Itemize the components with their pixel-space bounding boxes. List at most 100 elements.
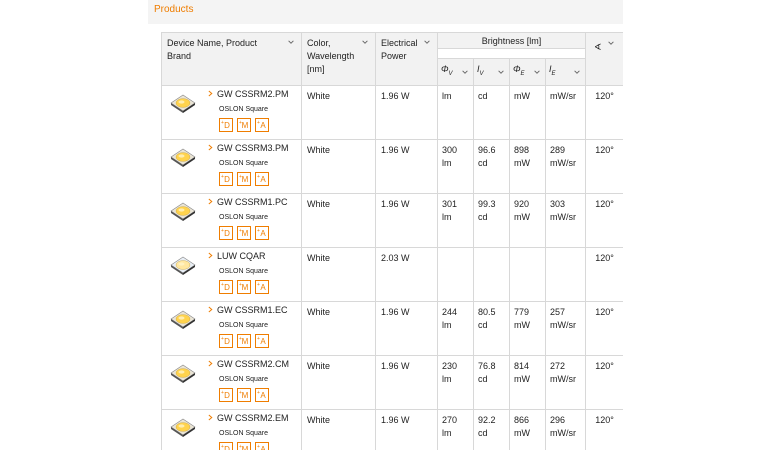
device-info: GW CSSRM1.EC OSLON Square + D + M + A [208, 304, 288, 348]
table-row[interactable]: GW CSSRM2.PM OSLON Square + D + M + A White 1… [161, 84, 623, 140]
power-cell: 1.96 W [375, 354, 438, 410]
device-cell: GW CSSRM1.PC OSLON Square + D + M + A [161, 192, 302, 248]
chevron-down-icon[interactable] [497, 68, 505, 76]
col-header-device[interactable]: Device Name, Product Brand [161, 32, 302, 86]
flux-e-symbol: ΦE [513, 64, 525, 77]
chevron-down-icon[interactable] [533, 68, 541, 76]
product-brand: OSLON Square [219, 429, 269, 437]
badge-d-button[interactable]: + D [219, 117, 233, 132]
badge-d-button[interactable]: + D [219, 387, 233, 402]
table-row[interactable]: GW CSSRM1.EC OSLON Square + D + M + A White 1… [161, 300, 623, 356]
led-product-image [170, 256, 196, 276]
led-product-image [170, 364, 196, 384]
badge-m-button[interactable]: + M [237, 333, 251, 348]
value-cell: cd [473, 84, 510, 140]
value-cell: 300 lm [437, 138, 474, 194]
chevron-down-icon[interactable] [607, 39, 615, 47]
products-header: Products [148, 0, 623, 24]
led-product-image [170, 310, 196, 330]
power-cell: 1.96 W [375, 408, 438, 450]
badge-a-button[interactable]: + A [255, 225, 269, 240]
badge-m-button[interactable]: + M [237, 279, 251, 294]
badge-m-button[interactable]: + M [237, 171, 251, 186]
badge-a-button[interactable]: + A [255, 279, 269, 294]
device-name[interactable]: GW CSSRM2.CM [217, 358, 289, 371]
angle-cell: 120° [585, 84, 623, 140]
device-name[interactable]: GW CSSRM1.EC [217, 304, 288, 317]
product-brand: OSLON Square [219, 105, 269, 113]
col-header-flux-e[interactable]: ΦE [509, 58, 546, 86]
device-name[interactable]: GW CSSRM1.PC [217, 196, 288, 209]
device-name[interactable]: GW CSSRM3.PM [217, 142, 289, 155]
col-header-flux-v[interactable]: ΦV [437, 58, 474, 86]
badge-a-button[interactable]: + A [255, 387, 269, 402]
badge-d-button[interactable]: + D [219, 225, 233, 240]
col-header-angle[interactable]: ∢ [585, 32, 623, 86]
value-cell [544, 246, 587, 302]
value-cell: 96.6 cd [473, 138, 510, 194]
badge-a-button[interactable]: + A [255, 441, 269, 450]
product-brand: OSLON Square [219, 213, 269, 221]
badge-m-button[interactable]: + M [237, 387, 251, 402]
badge-d-button[interactable]: + D [219, 333, 233, 348]
chevron-right-icon[interactable] [208, 142, 213, 155]
chevron-right-icon[interactable] [208, 412, 213, 425]
intensity-e-symbol: IE [549, 64, 556, 77]
value-cell: 257 mW/sr [544, 300, 587, 356]
col-header-power[interactable]: Electrical Power [375, 32, 438, 86]
chevron-right-icon[interactable] [208, 358, 213, 371]
value-cell: 76.8 cd [473, 354, 510, 410]
products-table-body: GW CSSRM2.PM OSLON Square + D + M + A White 1… [161, 84, 623, 450]
device-link[interactable]: GW CSSRM1.EC [208, 304, 288, 317]
table-row[interactable]: GW CSSRM2.EM OSLON Square + D + M + A White 1… [161, 408, 623, 450]
chevron-down-icon[interactable] [573, 68, 581, 76]
badge-m-button[interactable]: + M [237, 117, 251, 132]
angle-icon: ∢ [594, 42, 602, 52]
product-brand: OSLON Square [219, 267, 269, 275]
device-link[interactable]: GW CSSRM1.PC [208, 196, 288, 209]
chevron-down-icon[interactable] [423, 38, 431, 46]
chevron-right-icon[interactable] [208, 250, 213, 263]
badge-group: + D + M + A [219, 441, 289, 450]
chevron-down-icon[interactable] [361, 38, 369, 46]
device-link[interactable]: GW CSSRM2.EM [208, 412, 289, 425]
badge-m-button[interactable]: + M [237, 441, 251, 450]
device-link[interactable]: GW CSSRM3.PM [208, 142, 289, 155]
device-info: GW CSSRM2.EM OSLON Square + D + M + A [208, 412, 289, 450]
col-header-intensity-e[interactable]: IE [544, 58, 587, 86]
chevron-right-icon[interactable] [208, 304, 213, 317]
device-link[interactable]: LUW CQAR [208, 250, 273, 263]
device-name[interactable]: LUW CQAR [217, 250, 266, 263]
color-cell: White [301, 138, 376, 194]
intensity-v-symbol: IV [477, 64, 484, 77]
col-header-color-label: Color, Wavelength [nm] [307, 38, 355, 74]
brightness-spacer [437, 48, 586, 59]
table-row[interactable]: LUW CQAR OSLON Square + D + M + A White 2.03 … [161, 246, 623, 302]
device-name[interactable]: GW CSSRM2.EM [217, 412, 289, 425]
device-link[interactable]: GW CSSRM2.CM [208, 358, 289, 371]
col-header-color[interactable]: Color, Wavelength [nm] [301, 32, 376, 86]
value-cell: mW [509, 84, 546, 140]
device-link[interactable]: GW CSSRM2.PM [208, 88, 289, 101]
badge-d-button[interactable]: + D [219, 279, 233, 294]
badge-a-button[interactable]: + A [255, 117, 269, 132]
badge-a-button[interactable]: + A [255, 171, 269, 186]
value-cell: 92.2 cd [473, 408, 510, 450]
col-header-intensity-v[interactable]: IV [473, 58, 510, 86]
chevron-right-icon[interactable] [208, 196, 213, 209]
badge-d-button[interactable]: + D [219, 171, 233, 186]
chevron-right-icon[interactable] [208, 88, 213, 101]
chevron-down-icon[interactable] [461, 68, 469, 76]
products-table: Device Name, Product Brand Color, Wavele… [161, 32, 623, 450]
device-name[interactable]: GW CSSRM2.PM [217, 88, 289, 101]
table-row[interactable]: GW CSSRM3.PM OSLON Square + D + M + A White 1… [161, 138, 623, 194]
col-header-device-label: Device Name, Product Brand [167, 38, 258, 61]
badge-d-button[interactable]: + D [219, 441, 233, 450]
power-cell: 1.96 W [375, 84, 438, 140]
table-row[interactable]: GW CSSRM2.CM OSLON Square + D + M + A White 1… [161, 354, 623, 410]
badge-m-button[interactable]: + M [237, 225, 251, 240]
chevron-down-icon[interactable] [287, 38, 295, 46]
table-row[interactable]: GW CSSRM1.PC OSLON Square + D + M + A White 1… [161, 192, 623, 248]
badge-a-button[interactable]: + A [255, 333, 269, 348]
color-cell: White [301, 354, 376, 410]
